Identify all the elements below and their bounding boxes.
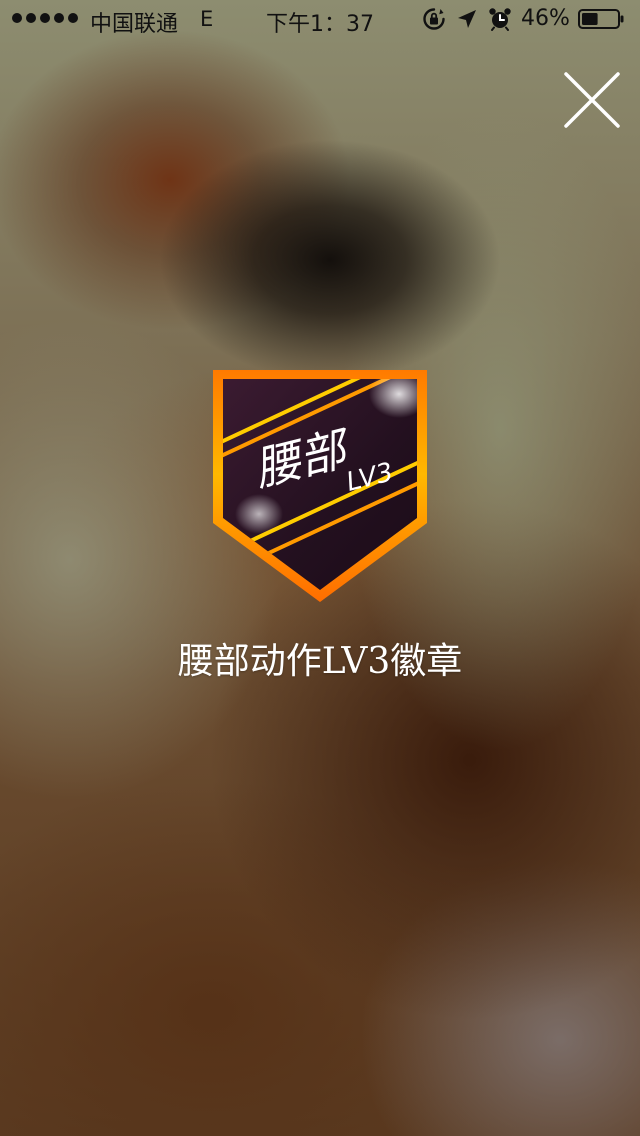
location-arrow-icon (458, 10, 476, 28)
carrier-label: 中国联通 (90, 12, 179, 37)
badge-icon: 腰部 LV3 (213, 370, 427, 602)
close-icon[interactable] (564, 72, 620, 128)
alarm-clock-icon (489, 8, 511, 31)
clock-time: 下午1：37 (266, 12, 374, 37)
battery-percentage: 46% (521, 6, 570, 31)
network-type-label: E (200, 7, 214, 31)
status-icons (422, 7, 512, 31)
badge-title: 腰部动作LV3徽章 (177, 641, 463, 682)
battery-icon (578, 9, 624, 29)
signal-strength-icon (12, 13, 78, 23)
rotation-lock-icon (423, 8, 445, 30)
status-bar: 中国联通 E 下午1：37 46% (0, 0, 640, 40)
